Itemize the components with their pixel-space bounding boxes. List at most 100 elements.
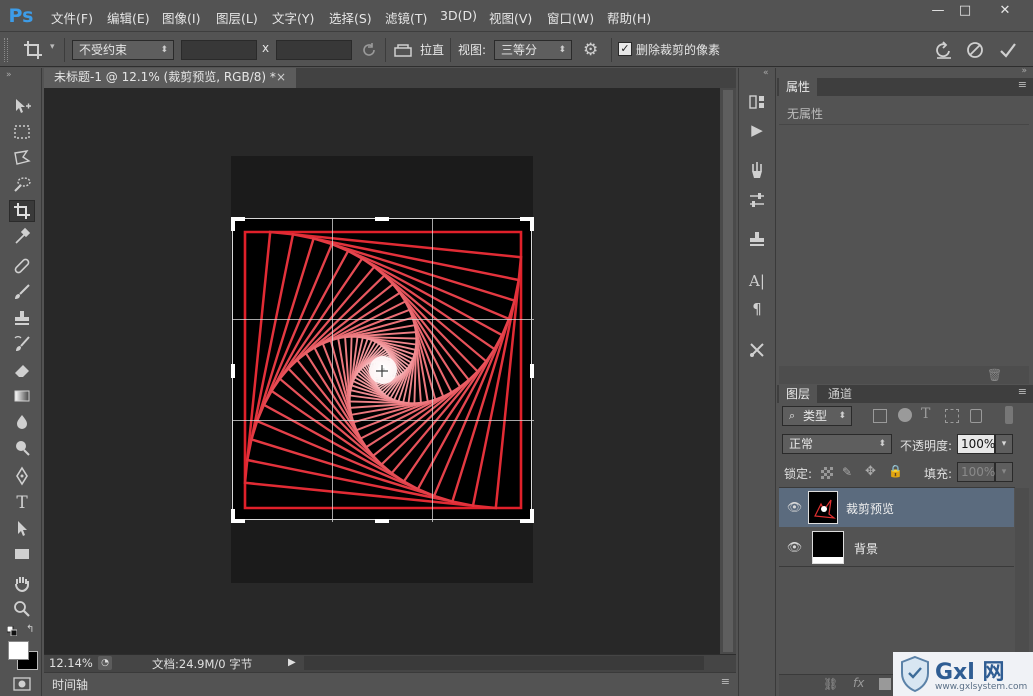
menu-image[interactable]: 图像(I): [162, 8, 200, 27]
link-layers-icon[interactable]: ⛓: [823, 677, 838, 691]
actions-play-icon[interactable]: ▶: [747, 120, 767, 140]
menu-edit[interactable]: 编辑(E): [107, 8, 150, 27]
eraser-tool-icon[interactable]: [9, 360, 35, 382]
crop-handle-top[interactable]: [375, 217, 389, 221]
tab-layers[interactable]: 图层: [779, 385, 818, 403]
brush-presets-icon[interactable]: [747, 160, 767, 180]
collapse-dock-icon[interactable]: »: [1021, 66, 1027, 76]
crop-tool-icon[interactable]: [9, 200, 35, 222]
menu-view[interactable]: 视图(V): [489, 8, 532, 27]
eyedropper-tool-icon[interactable]: [9, 226, 35, 248]
delete-pixels-label[interactable]: 删除裁剪的像素: [636, 41, 720, 58]
default-colors-icon[interactable]: [6, 625, 18, 637]
horizontal-scrollbar[interactable]: [304, 656, 704, 670]
quick-mask-icon[interactable]: [12, 677, 32, 691]
status-info-icon[interactable]: ◔: [98, 656, 112, 670]
delete-pixels-checkbox[interactable]: ✓: [618, 42, 632, 56]
path-selection-tool-icon[interactable]: [9, 518, 35, 540]
crop-handle-bottom[interactable]: [375, 519, 389, 523]
menu-layer[interactable]: 图层(L): [216, 8, 258, 27]
crop-handle-right[interactable]: [530, 364, 534, 378]
add-mask-icon[interactable]: [879, 678, 891, 690]
filter-adjustment-icon[interactable]: [898, 408, 912, 422]
expand-dock-icon[interactable]: «: [763, 68, 769, 78]
character-panel-icon[interactable]: A|: [747, 271, 767, 291]
menu-file[interactable]: 文件(F): [51, 8, 93, 27]
layer-name[interactable]: 背景: [854, 540, 878, 557]
filter-toggle-switch[interactable]: [1005, 406, 1013, 424]
crop-handle-top-right[interactable]: [530, 217, 534, 231]
filter-shape-icon[interactable]: [945, 409, 959, 423]
eye-icon[interactable]: 👁: [787, 500, 802, 514]
straighten-icon[interactable]: [393, 41, 413, 59]
crop-handle-bottom-left[interactable]: [231, 509, 235, 523]
layer-filter-select[interactable]: ⌕ 类型 ⬍: [782, 406, 852, 426]
dodge-tool-icon[interactable]: [9, 438, 35, 460]
trash-icon[interactable]: 🗑: [987, 368, 1002, 382]
swap-dimensions-icon[interactable]: [360, 41, 378, 59]
zoom-tool-icon[interactable]: [9, 599, 35, 621]
tab-properties[interactable]: 属性: [779, 78, 818, 96]
straighten-label[interactable]: 拉直: [420, 41, 444, 58]
crop-tool-preset-icon[interactable]: [22, 39, 44, 61]
paragraph-panel-icon[interactable]: ¶: [747, 299, 767, 319]
history-brush-tool-icon[interactable]: [9, 334, 35, 356]
menu-3d[interactable]: 3D(D): [440, 8, 477, 23]
opacity-field[interactable]: 100%: [957, 434, 995, 454]
crop-handle-left[interactable]: [231, 364, 235, 378]
menu-window[interactable]: 窗口(W): [547, 8, 594, 27]
move-tool-icon[interactable]: [9, 96, 35, 118]
status-menu-arrow-icon[interactable]: ▶: [288, 655, 300, 671]
crop-height-field[interactable]: [276, 40, 352, 60]
hand-tool-icon[interactable]: [9, 573, 35, 595]
crop-width-field[interactable]: [181, 40, 257, 60]
layers-scrollbar[interactable]: [1015, 488, 1029, 678]
close-tab-icon[interactable]: ×: [276, 68, 286, 87]
layer-row-crop-preview[interactable]: 👁 裁剪预览: [779, 488, 1014, 527]
scrollbar-thumb[interactable]: [723, 90, 733, 652]
lock-transparency-icon[interactable]: [821, 467, 833, 479]
blur-tool-icon[interactable]: [9, 412, 35, 434]
timeline-label[interactable]: 时间轴: [52, 676, 88, 693]
crop-handle-bottom-right[interactable]: [530, 509, 534, 523]
fill-dropdown-icon[interactable]: ▾: [995, 462, 1013, 482]
tab-channels[interactable]: 通道: [821, 385, 859, 403]
lock-position-icon[interactable]: ✥: [865, 464, 876, 479]
commit-crop-icon[interactable]: [998, 40, 1018, 60]
gradient-tool-icon[interactable]: [9, 386, 35, 408]
panel-menu-icon[interactable]: ≡: [1018, 78, 1027, 91]
history-panel-icon[interactable]: [747, 92, 767, 112]
gear-icon[interactable]: ⚙: [583, 40, 605, 62]
menu-select[interactable]: 选择(S): [329, 8, 372, 27]
minimize-button[interactable]: —: [925, 2, 951, 20]
menu-type[interactable]: 文字(Y): [272, 8, 314, 27]
maximize-button[interactable]: □: [952, 2, 978, 20]
close-window-button[interactable]: ✕: [989, 2, 1021, 20]
tool-presets-icon[interactable]: [747, 340, 767, 360]
panel-menu-icon[interactable]: ≡: [1018, 385, 1027, 398]
quick-selection-tool-icon[interactable]: [9, 174, 35, 196]
reset-icon[interactable]: [933, 40, 955, 60]
menu-help[interactable]: 帮助(H): [607, 8, 651, 27]
opacity-dropdown-icon[interactable]: ▾: [995, 434, 1013, 454]
panel-menu-icon[interactable]: ≡: [721, 675, 730, 688]
lock-all-icon[interactable]: 🔒: [888, 464, 903, 478]
brush-tool-icon[interactable]: [9, 282, 35, 304]
foreground-color-swatch[interactable]: [8, 641, 29, 660]
clone-source-icon[interactable]: [747, 229, 767, 249]
vertical-scrollbar[interactable]: [720, 88, 736, 654]
document-tab[interactable]: 未标题-1 @ 12.1% (裁剪预览, RGB/8) * ×: [44, 68, 296, 88]
menu-filter[interactable]: 滤镜(T): [385, 8, 427, 27]
filter-pixel-icon[interactable]: [873, 409, 887, 423]
lock-pixels-brush-icon[interactable]: ✎: [842, 465, 852, 479]
fill-field[interactable]: 100%: [957, 462, 995, 482]
pen-tool-icon[interactable]: [9, 466, 35, 488]
filter-smart-object-icon[interactable]: [970, 409, 982, 423]
preset-chevron-down-icon[interactable]: ▾: [50, 42, 55, 52]
options-bar-grip[interactable]: [4, 38, 8, 62]
lasso-tool-icon[interactable]: [9, 148, 35, 170]
crop-handle-top-left[interactable]: [231, 217, 235, 231]
clone-stamp-tool-icon[interactable]: [9, 308, 35, 330]
ratio-select[interactable]: 不受约束 ⬍: [72, 40, 174, 60]
marquee-tool-icon[interactable]: [9, 122, 35, 144]
